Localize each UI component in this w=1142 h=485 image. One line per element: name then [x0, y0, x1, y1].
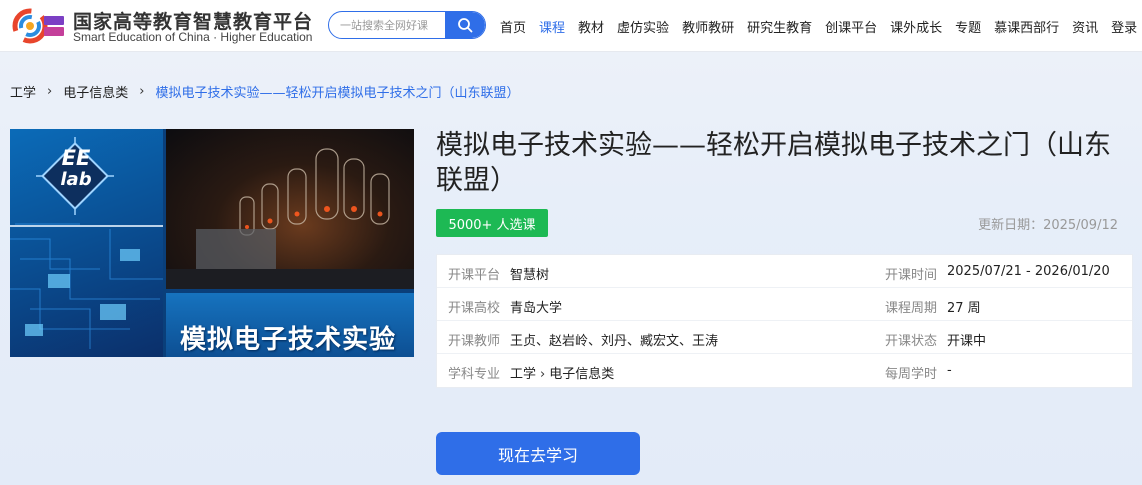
chevron-right-icon: › — [540, 367, 546, 382]
hours-value: - — [947, 363, 952, 378]
search-input[interactable] — [329, 12, 447, 38]
nav-extracurricular[interactable]: 课外成长 — [890, 17, 942, 36]
hours-label: 每周学时 — [885, 367, 938, 382]
vacuum-tube-icon — [166, 148, 414, 289]
major-value: 工学 › 电子信息类 — [510, 363, 614, 382]
vacuum-tubes-image — [166, 129, 414, 289]
breadcrumb: 工学 › 电子信息类 › 模拟电子技术实验——轻松开启模拟电子技术之门（山东联盟… — [10, 82, 519, 101]
school-value: 青岛大学 — [510, 301, 563, 316]
period-value: 27 周 — [947, 301, 981, 316]
nav-textbooks[interactable]: 教材 — [578, 17, 604, 36]
status-value: 开课中 — [947, 334, 987, 349]
update-date: 更新日期：2025/09/12 — [978, 218, 1118, 233]
search-button[interactable] — [445, 12, 485, 38]
login-link[interactable]: 登录 — [1111, 17, 1137, 36]
major-discipline: 工学 — [510, 367, 537, 382]
teacher-label: 开课教师 — [448, 334, 501, 349]
nav-home[interactable]: 首页 — [500, 17, 526, 36]
search-box — [328, 11, 486, 39]
enrollment-badge: 5000+ 人选课 — [436, 209, 548, 237]
info-row: 开课教师 王贞、赵岩岭、刘丹、臧宏文、王涛 开课状态 开课中 — [437, 321, 1132, 354]
nav-course-creation[interactable]: 创课平台 — [825, 17, 877, 36]
platform-value: 智慧树 — [510, 268, 550, 283]
circuit-board-image: EE lab — [10, 129, 163, 357]
breadcrumb-electronic-info[interactable]: 电子信息类 — [63, 82, 128, 101]
nav-graduate-education[interactable]: 研究生教育 — [747, 17, 812, 36]
info-row: 学科专业 工学 › 电子信息类 每周学时 - — [437, 354, 1132, 387]
school-label: 开课高校 — [448, 301, 501, 316]
status-label: 开课状态 — [885, 334, 938, 349]
breadcrumb-engineering[interactable]: 工学 — [10, 82, 36, 101]
start-learning-button[interactable]: 现在去学习 — [436, 432, 640, 475]
breadcrumb-current: 模拟电子技术实验——轻松开启模拟电子技术之门（山东联盟） — [155, 86, 520, 101]
ee-badge-line2: lab — [60, 169, 92, 190]
nav-news[interactable]: 资讯 — [1072, 17, 1098, 36]
time-value: 2025/07/21 - 2026/01/20 — [947, 264, 1110, 279]
course-title: 模拟电子技术实验——轻松开启模拟电子技术之门（山东联盟） — [436, 130, 1111, 196]
main-nav: 首页 课程 教材 虚仿实验 教师教研 研究生教育 创课平台 课外成长 专题 慕课… — [500, 0, 1137, 52]
nav-mooc-west[interactable]: 慕课西部行 — [994, 17, 1059, 36]
course-cover-image: EE lab 模拟电子技术实验 — [10, 129, 414, 357]
major-label: 学科专业 — [448, 367, 501, 382]
nav-teacher-research[interactable]: 教师教研 — [682, 17, 734, 36]
chevron-right-icon: › — [139, 84, 145, 99]
cover-title: 模拟电子技术实验 — [180, 325, 397, 355]
period-label: 课程周期 — [885, 301, 938, 316]
search-icon — [458, 18, 473, 33]
logo-title-en[interactable]: Smart Education of China · Higher Educat… — [73, 30, 312, 44]
time-label: 开课时间 — [885, 268, 938, 283]
info-row: 开课平台 智慧树 开课时间 2025/07/21 - 2026/01/20 — [437, 255, 1132, 288]
nav-topics[interactable]: 专题 — [955, 17, 981, 36]
nav-courses[interactable]: 课程 — [539, 17, 565, 36]
ee-badge-line1: EE — [61, 146, 91, 170]
platform-label: 开课平台 — [448, 268, 501, 283]
top-header: 国家高等教育智慧教育平台 Smart Education of China · … — [0, 0, 1142, 52]
chevron-right-icon: › — [47, 84, 53, 99]
course-info-table: 开课平台 智慧树 开课时间 2025/07/21 - 2026/01/20 开课… — [436, 254, 1133, 388]
teacher-value: 王贞、赵岩岭、刘丹、臧宏文、王涛 — [510, 334, 719, 349]
info-row: 开课高校 青岛大学 课程周期 27 周 — [437, 288, 1132, 321]
platform-logo-icon[interactable] — [10, 6, 66, 46]
nav-virtual-labs[interactable]: 虚仿实验 — [617, 17, 669, 36]
major-category: 电子信息类 — [549, 367, 615, 382]
